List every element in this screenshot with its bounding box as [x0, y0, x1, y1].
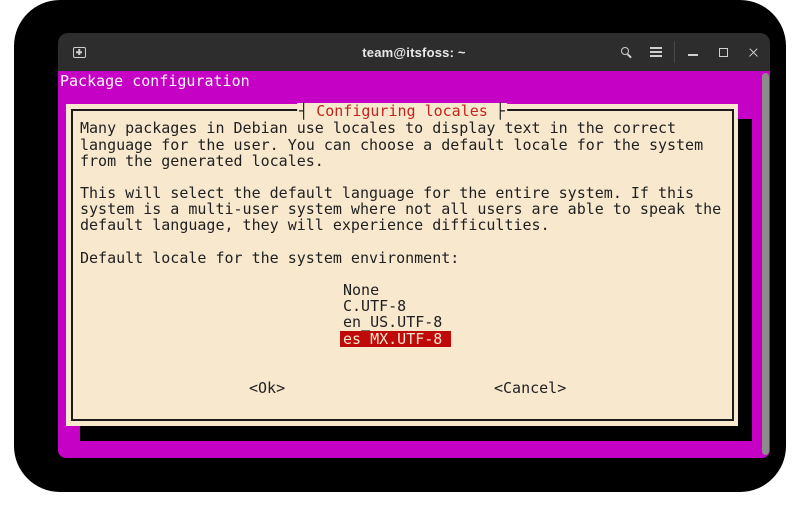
locale-option-c[interactable]: C.UTF-8 — [343, 298, 406, 314]
screenshot-page: team@itsfoss: ~ Package configuration ┤ … — [0, 0, 800, 506]
configuring-locales-dialog: ┤ Configuring locales ├ Many packages in D… — [66, 103, 738, 426]
dialog-text-line: from the generated locales. — [80, 152, 324, 170]
dialog-text-line: system is a multi-user system where not … — [80, 200, 722, 218]
dialog-title-text: Configuring locales — [316, 102, 488, 120]
close-icon — [748, 47, 759, 58]
maximize-icon — [718, 47, 728, 57]
search-button[interactable] — [611, 33, 641, 71]
dialog-text-line: language for the user. You can choose a … — [80, 136, 704, 154]
minimize-button[interactable] — [678, 33, 708, 71]
ok-button[interactable]: <Ok> — [249, 380, 285, 396]
border-tick-right: ├ — [495, 102, 505, 120]
border-tick-left: ┤ — [299, 102, 309, 120]
desktop-backdrop: team@itsfoss: ~ Package configuration ┤ … — [14, 0, 786, 492]
locale-option-none[interactable]: None — [343, 282, 379, 298]
titlebar-controls — [611, 33, 768, 71]
dialog-text-line: This will select the default language fo… — [80, 184, 695, 202]
dialog-title: ┤ Configuring locales ├ — [297, 103, 507, 119]
dialog-text-line: default language, they will experience d… — [80, 216, 550, 234]
scrollbar[interactable] — [762, 73, 769, 455]
terminal-window: team@itsfoss: ~ Package configuration ┤ … — [58, 33, 770, 458]
locale-option-en-us[interactable]: en_US.UTF-8 — [343, 314, 442, 330]
dialog-text-line: Many packages in Debian use locales to d… — [80, 119, 677, 137]
cancel-button[interactable]: <Cancel> — [494, 380, 566, 396]
locale-option-es-mx[interactable]: es_MX.UTF-8 — [340, 331, 452, 347]
maximize-button[interactable] — [708, 33, 738, 71]
dialog-prompt: Default locale for the system environmen… — [80, 249, 460, 267]
package-configuration-header: Package configuration — [60, 72, 250, 90]
hamburger-menu-icon — [650, 51, 662, 53]
titlebar-separator — [674, 41, 675, 63]
search-icon — [621, 47, 629, 55]
menu-button[interactable] — [641, 33, 671, 71]
close-button[interactable] — [738, 33, 768, 71]
titlebar[interactable]: team@itsfoss: ~ — [58, 33, 770, 71]
minimize-icon — [688, 54, 698, 56]
terminal-content: Package configuration ┤ Configuring local… — [58, 71, 770, 458]
